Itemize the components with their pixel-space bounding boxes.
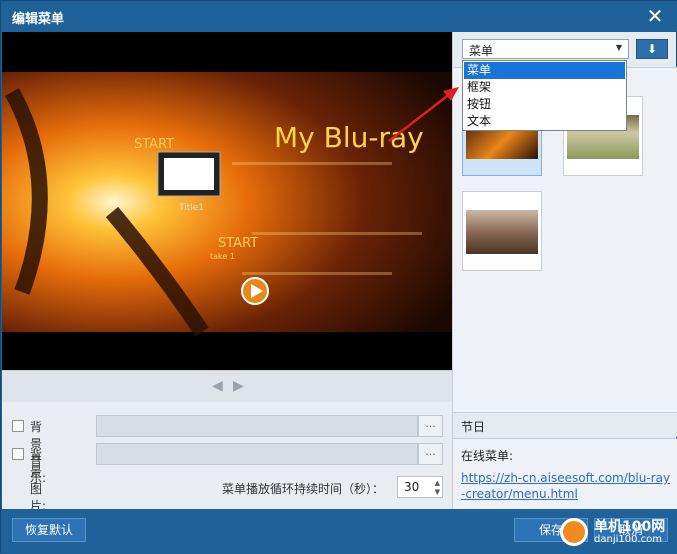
download-button[interactable]: ⬇	[636, 39, 668, 59]
menu-settings: 背景音乐: ... 背景图片: ... 菜单播放循环持续时间（秒）： 30 ▲ …	[2, 403, 452, 513]
bg-image-path[interactable]	[96, 443, 418, 465]
bg-music-browse-button[interactable]: ...	[418, 415, 443, 437]
preview-title-caption: Title1	[178, 203, 204, 213]
annotation-arrow-icon	[388, 87, 459, 142]
arrow-right-icon[interactable]: ▶	[233, 378, 244, 394]
reset-default-button[interactable]: 恢复默认	[12, 518, 86, 542]
loop-duration-value: 30	[404, 480, 420, 494]
dropdown-option-menu[interactable]: 菜单	[464, 62, 625, 79]
dropdown-option-text[interactable]: 文本	[464, 113, 625, 130]
online-menu-section: 在线菜单: https://zh-cn.aiseesoft.com/blu-ra…	[453, 438, 677, 509]
template-type-value: 菜单	[469, 44, 494, 58]
download-icon: ⬇	[646, 42, 658, 56]
template-type-select[interactable]: 菜单 ▼	[462, 39, 629, 59]
preview-take: take 1	[210, 252, 235, 261]
preview-start-2: START	[218, 236, 258, 251]
loop-duration-spinner[interactable]: 30 ▲ ▼	[397, 476, 443, 498]
festival-category[interactable]: 节日	[453, 412, 677, 437]
edit-menu-dialog: 编辑菜单 ✕ My Blu-ray START START take 1 Tit…	[0, 0, 677, 554]
watermark-title: 单机100网	[594, 519, 666, 535]
preview-nav: ◀ ▶	[2, 370, 452, 402]
online-menu-link[interactable]: https://zh-cn.aiseesoft.com/blu-ray-crea…	[461, 470, 673, 502]
bg-music-path[interactable]	[96, 415, 418, 437]
bg-image-label: 背景图片:	[30, 448, 47, 513]
spin-down-icon[interactable]: ▼	[435, 488, 440, 496]
dropdown-option-button[interactable]: 按钮	[464, 96, 625, 113]
chevron-down-icon: ▼	[615, 43, 622, 52]
preview-start-1: START	[134, 137, 174, 152]
template-type-dropdown: 菜单 框架 按钮 文本	[462, 60, 627, 131]
close-icon[interactable]: ✕	[644, 5, 666, 27]
spin-up-icon[interactable]: ▲	[435, 479, 440, 487]
dropdown-option-frame[interactable]: 框架	[464, 79, 625, 96]
watermark: 单机100网 danji100.com	[556, 514, 677, 550]
loop-duration-label: 菜单播放循环持续时间（秒）：	[222, 482, 385, 496]
window-title: 编辑菜单	[12, 12, 65, 27]
watermark-url: danji100.com	[594, 534, 662, 545]
festival-label: 节日	[461, 420, 486, 434]
watermark-logo-icon	[560, 518, 588, 546]
arrow-left-icon[interactable]: ◀	[212, 378, 223, 394]
title-bar: 编辑菜单 ✕	[1, 1, 677, 31]
template-thumb-3[interactable]	[462, 191, 542, 271]
bg-music-checkbox[interactable]	[12, 420, 24, 432]
bg-image-checkbox[interactable]	[12, 448, 24, 460]
online-menu-label: 在线菜单:	[461, 449, 514, 463]
bg-image-browse-button[interactable]: ...	[418, 443, 443, 465]
